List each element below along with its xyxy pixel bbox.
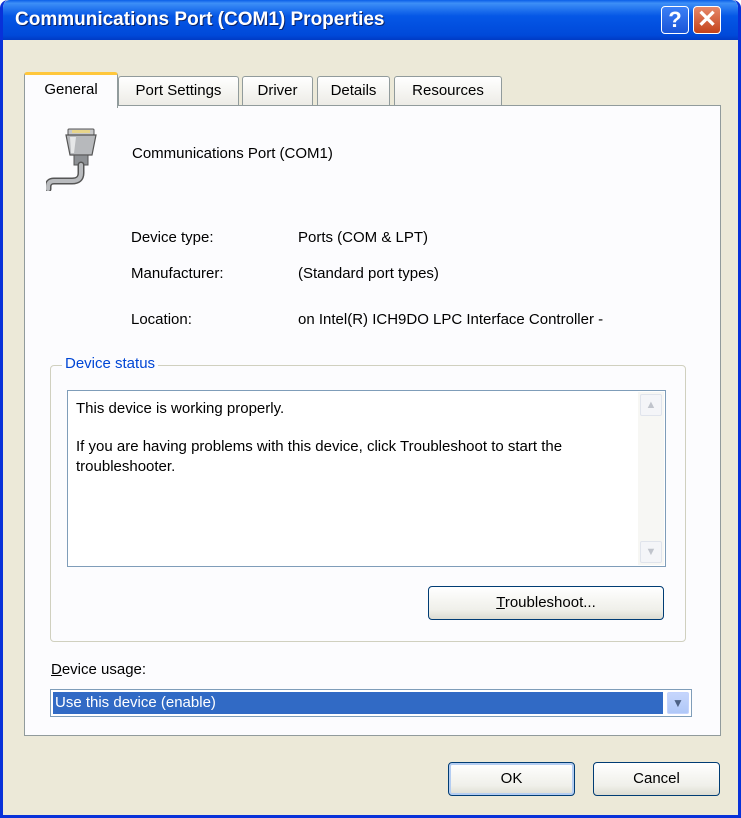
chevron-down-icon[interactable]: ▼ bbox=[667, 692, 689, 714]
device-status-legend: Device status bbox=[62, 355, 159, 372]
tab-resources[interactable]: Resources bbox=[394, 76, 502, 106]
ok-button[interactable]: OK bbox=[448, 762, 575, 796]
location-label: Location: bbox=[131, 311, 192, 328]
device-usage-label: Device usage: bbox=[51, 661, 146, 678]
device-status-textbox[interactable]: This device is working properly. If you … bbox=[67, 390, 666, 567]
scroll-down-icon[interactable]: ▼ bbox=[640, 541, 662, 563]
device-usage-select[interactable]: Use this device (enable) ▼ bbox=[50, 689, 692, 717]
manufacturer-value: (Standard port types) bbox=[298, 265, 439, 282]
device-name: Communications Port (COM1) bbox=[132, 145, 333, 162]
help-button[interactable]: ? bbox=[661, 6, 689, 34]
status-line-working: This device is working properly. bbox=[76, 400, 285, 417]
device-usage-mnemonic: D bbox=[51, 661, 62, 678]
window-title: Communications Port (COM1) Properties bbox=[15, 9, 385, 30]
tab-driver[interactable]: Driver bbox=[242, 76, 313, 106]
scroll-up-icon[interactable]: ▲ bbox=[640, 394, 662, 416]
serial-port-icon bbox=[46, 128, 97, 191]
troubleshoot-mnemonic: T bbox=[496, 594, 505, 611]
status-scrollbar[interactable]: ▲ ▼ bbox=[638, 392, 664, 565]
cancel-button[interactable]: Cancel bbox=[593, 762, 720, 796]
device-usage-selected: Use this device (enable) bbox=[53, 692, 663, 714]
device-type-label: Device type: bbox=[131, 229, 214, 246]
device-usage-label-text: evice usage: bbox=[61, 661, 147, 678]
troubleshoot-button[interactable]: Troubleshoot... bbox=[428, 586, 664, 620]
tab-port-settings[interactable]: Port Settings bbox=[118, 76, 239, 106]
device-status-text: This device is working properly. If you … bbox=[76, 399, 636, 495]
device-type-value: Ports (COM & LPT) bbox=[298, 229, 429, 246]
troubleshoot-label: roubleshoot... bbox=[504, 594, 596, 611]
close-button[interactable]: ✕ bbox=[693, 6, 721, 34]
title-bar[interactable]: Communications Port (COM1) Properties ? … bbox=[3, 0, 738, 40]
location-value: on Intel(R) ICH9DO LPC Interface Control… bbox=[298, 311, 604, 328]
status-line-help: If you are having problems with this dev… bbox=[76, 438, 563, 475]
tab-details[interactable]: Details bbox=[317, 76, 390, 106]
manufacturer-label: Manufacturer: bbox=[131, 265, 224, 282]
tab-general[interactable]: General bbox=[24, 72, 118, 108]
